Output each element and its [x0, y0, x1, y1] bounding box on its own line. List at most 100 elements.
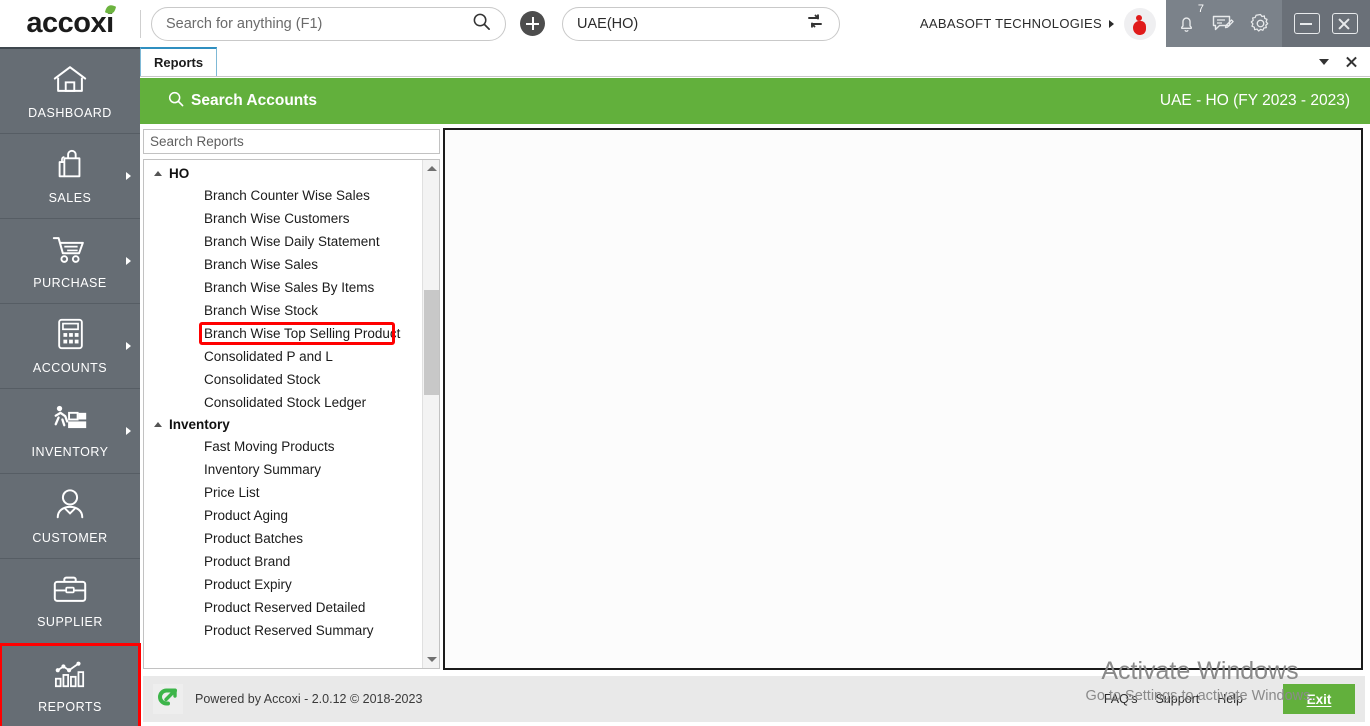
sidebar-item-label: SUPPLIER	[37, 615, 103, 629]
header-tray-icons: 7	[1166, 0, 1282, 47]
scrollbar-thumb[interactable]	[424, 290, 440, 395]
reports-scrollbar[interactable]	[422, 160, 439, 668]
search-icon[interactable]	[472, 12, 491, 36]
powered-by-label: Powered by Accoxi - 2.0.12 © 2018-2023	[195, 692, 422, 706]
group-label: Inventory	[169, 417, 230, 432]
chevron-down-icon[interactable]	[1319, 59, 1329, 65]
sidebar-item-label: REPORTS	[38, 700, 102, 714]
list-item[interactable]: Branch Wise Stock	[144, 299, 423, 322]
reports-search[interactable]	[143, 129, 440, 154]
list-item[interactable]: Consolidated P and L	[144, 345, 423, 368]
footer-link-faqs[interactable]: FAQ's	[1104, 692, 1138, 706]
list-item[interactable]: Product Expiry	[144, 573, 423, 596]
sidebar-item-label: PURCHASE	[33, 276, 106, 290]
chevron-right-icon	[126, 172, 131, 180]
list-item[interactable]: Branch Counter Wise Sales	[144, 184, 423, 207]
list-item[interactable]: Inventory Summary	[144, 458, 423, 481]
footer-link-help[interactable]: Help	[1217, 692, 1243, 706]
exit-button-label: Exit	[1307, 692, 1332, 707]
reports-group-ho[interactable]: HO	[144, 163, 423, 184]
minimize-icon[interactable]	[1294, 13, 1320, 34]
list-item-label: Branch Wise Top Selling Product	[204, 326, 400, 341]
add-icon[interactable]	[520, 11, 545, 36]
chevron-right-icon	[126, 427, 131, 435]
scroll-down-icon[interactable]	[423, 651, 440, 668]
reports-list-box: HO Branch Counter Wise Sales Branch Wise…	[143, 159, 440, 669]
sidebar-item-accounts[interactable]: ACCOUNTS	[0, 304, 140, 389]
chevron-up-icon[interactable]	[154, 171, 162, 176]
list-item[interactable]: Consolidated Stock	[144, 368, 423, 391]
window-controls	[1282, 0, 1370, 47]
switch-icon[interactable]	[805, 11, 825, 36]
gear-icon[interactable]	[1249, 12, 1272, 35]
list-item-branch-wise-top-selling-product[interactable]: Branch Wise Top Selling Product	[144, 322, 423, 345]
sidebar-item-sales[interactable]: SALES	[0, 134, 140, 219]
sidebar-item-reports[interactable]: REPORTS	[0, 644, 140, 726]
person-icon	[53, 487, 87, 526]
sidebar-item-customer[interactable]: CUSTOMER	[0, 474, 140, 559]
home-icon	[51, 63, 89, 101]
list-item[interactable]: Consolidated Stock Ledger	[144, 391, 423, 414]
logo-text: accox	[26, 7, 106, 40]
list-item[interactable]: Product Reserved Summary	[144, 619, 423, 642]
footer-bar: Powered by Accoxi - 2.0.12 © 2018-2023 F…	[143, 676, 1365, 722]
search-reports-input[interactable]	[150, 134, 433, 149]
bell-icon[interactable]: 7	[1176, 12, 1197, 35]
sidebar-item-label: ACCOUNTS	[33, 361, 107, 375]
footer-links: FAQ's Support Help Exit	[1104, 684, 1355, 714]
company-area: AABASOFT TECHNOLOGIES	[920, 0, 1166, 47]
page-title-text: Search Accounts	[191, 92, 317, 110]
briefcase-icon	[51, 574, 89, 610]
chevron-right-icon	[126, 342, 131, 350]
footer-link-support[interactable]: Support	[1156, 692, 1200, 706]
list-item[interactable]: Product Reserved Detailed	[144, 596, 423, 619]
company-name[interactable]: AABASOFT TECHNOLOGIES	[920, 16, 1102, 31]
chevron-right-icon[interactable]	[1109, 20, 1114, 28]
message-icon[interactable]	[1211, 13, 1235, 35]
sidebar-item-purchase[interactable]: PURCHASE	[0, 219, 140, 304]
list-item[interactable]: Price List	[144, 481, 423, 504]
warehouse-worker-icon	[50, 404, 90, 440]
list-item[interactable]: Branch Wise Daily Statement	[144, 230, 423, 253]
list-item[interactable]: Product Aging	[144, 504, 423, 527]
report-content-panel	[443, 128, 1363, 670]
page-title: Search Accounts	[168, 91, 317, 112]
list-item[interactable]: Fast Moving Products	[144, 435, 423, 458]
branch-value: UAE(HO)	[577, 16, 805, 32]
shopping-cart-icon	[50, 233, 90, 271]
logo-accent: i	[106, 7, 114, 40]
sidebar-item-label: SALES	[49, 191, 92, 205]
tab-bar: Reports	[140, 47, 1370, 77]
avatar-dot	[1136, 15, 1142, 21]
sidebar-item-label: DASHBOARD	[28, 106, 112, 120]
branch-selector[interactable]: UAE(HO)	[562, 7, 840, 41]
list-item[interactable]: Branch Wise Customers	[144, 207, 423, 230]
sidebar-item-dashboard[interactable]: DASHBOARD	[0, 49, 140, 134]
accoxi-arrow-icon	[153, 684, 183, 714]
top-header: accoxi UAE(HO) AABASOFT TECHNOLOGIES	[0, 0, 1370, 47]
list-item[interactable]: Branch Wise Sales	[144, 253, 423, 276]
sidebar-item-label: CUSTOMER	[32, 531, 107, 545]
tab-reports[interactable]: Reports	[140, 47, 217, 76]
chevron-right-icon	[126, 257, 131, 265]
list-item[interactable]: Product Brand	[144, 550, 423, 573]
list-item[interactable]: Product Batches	[144, 527, 423, 550]
exit-button[interactable]: Exit	[1283, 684, 1355, 714]
global-search[interactable]	[151, 7, 506, 41]
main-sidebar: DASHBOARD SALES PURCHASE ACCOUNTS	[0, 47, 140, 726]
scroll-up-icon[interactable]	[423, 160, 440, 177]
avatar[interactable]	[1124, 8, 1156, 40]
search-input[interactable]	[166, 16, 472, 32]
list-item[interactable]: Branch Wise Sales By Items	[144, 276, 423, 299]
sidebar-item-inventory[interactable]: INVENTORY	[0, 389, 140, 474]
close-icon[interactable]	[1332, 13, 1358, 34]
application-window: accoxi UAE(HO) AABASOFT TECHNOLOGIES	[0, 0, 1370, 726]
reports-group-inventory[interactable]: Inventory	[144, 414, 423, 435]
tab-bar-actions	[1319, 47, 1370, 76]
sidebar-item-supplier[interactable]: SUPPLIER	[0, 559, 140, 644]
chevron-up-icon[interactable]	[154, 422, 162, 427]
close-tab-icon[interactable]	[1345, 55, 1358, 68]
app-logo: accoxi	[0, 0, 140, 47]
shopping-bag-icon	[52, 147, 88, 186]
avatar-shape	[1133, 21, 1146, 35]
